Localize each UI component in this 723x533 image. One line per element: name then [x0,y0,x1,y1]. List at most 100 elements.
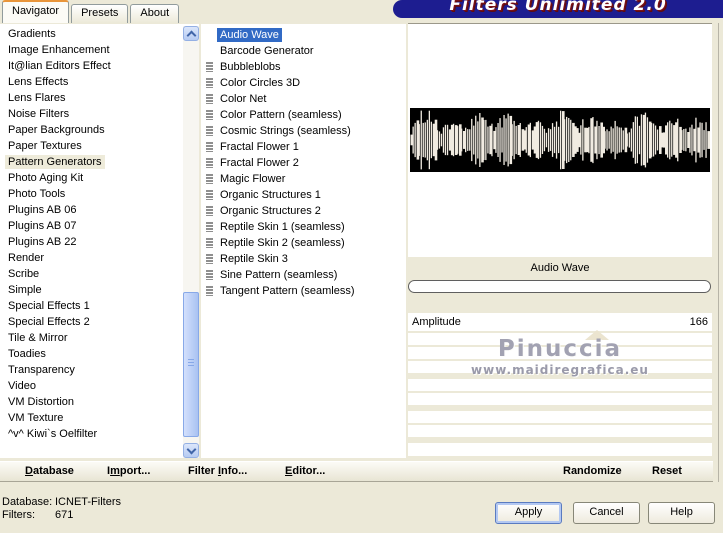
filter-item[interactable]: Tangent Pattern (seamless) [201,283,406,299]
database-status-label: Database: [2,496,53,508]
category-item[interactable]: Special Effects 2 [0,315,199,331]
filters-count-row: Filters: 671 [2,509,202,521]
randomize-button[interactable]: Randomize [563,465,622,477]
filter-item[interactable]: Sine Pattern (seamless) [201,267,406,283]
empty-param-row [408,411,712,423]
editor-menu-button[interactable]: Editor... [285,465,325,477]
empty-param-row [408,361,712,373]
category-item[interactable]: Photo Tools [0,187,199,203]
filter-item[interactable]: Reptile Skin 2 (seamless) [201,235,406,251]
filter-label: Reptile Skin 2 (seamless) [220,237,345,249]
cancel-button[interactable]: Cancel [573,502,640,524]
empty-param-row [408,393,712,405]
filter-item[interactable]: Reptile Skin 1 (seamless) [201,219,406,235]
tab-presets[interactable]: Presets [71,4,129,23]
category-item[interactable]: It@lian Editors Effect [0,59,199,75]
filter-item[interactable]: Fractal Flower 2 [201,155,406,171]
scroll-thumb[interactable] [183,292,199,437]
category-label: It@lian Editors Effect [8,60,111,72]
param-name-label: Amplitude [412,316,461,328]
filter-edit-icon [206,62,213,72]
category-item[interactable]: Tile & Mirror [0,331,199,347]
category-item[interactable]: VM Distortion [0,395,199,411]
category-item[interactable]: Paper Backgrounds [0,123,199,139]
category-item[interactable]: Noise Filters [0,107,199,123]
slider-position-marker[interactable] [585,330,609,340]
category-label: Plugins AB 07 [8,220,77,232]
category-item[interactable]: Plugins AB 06 [0,203,199,219]
filters-unlimited-dialog: Filters Unlimited 2.0 Navigator Presets … [0,0,723,533]
category-label: Toadies [8,348,46,360]
apply-button[interactable]: Apply [495,502,562,524]
help-button[interactable]: Help [648,502,715,524]
category-list: Gradients Image Enhancement It@lian Editor… [0,24,199,458]
database-status-value: ICNET-Filters [55,496,121,508]
filter-item[interactable]: Bubbleblobs [201,59,406,75]
category-item[interactable]: Render [0,251,199,267]
filter-item[interactable]: Organic Structures 2 [201,203,406,219]
tab-strip: Navigator Presets About [2,0,181,23]
database-menu-button[interactable]: Database [25,465,74,477]
filter-item[interactable]: Magic Flower [201,171,406,187]
category-scrollbar[interactable] [183,26,199,458]
filter-label: Bubbleblobs [220,61,281,73]
category-label: Lens Effects [8,76,69,88]
filter-item[interactable]: Fractal Flower 1 [201,139,406,155]
filter-edit-icon [206,142,213,152]
category-item[interactable]: VM Texture [0,411,199,427]
param-value: 166 [689,316,708,328]
filter-item[interactable]: Audio Wave [201,27,406,43]
filter-label: Organic Structures 2 [220,205,321,217]
category-item[interactable]: Paper Textures [0,139,199,155]
category-label: Lens Flares [8,92,66,104]
database-status-row: Database: ICNET-Filters [2,496,202,508]
filter-item[interactable]: Cosmic Strings (seamless) [201,123,406,139]
category-item[interactable]: ^v^ Kiwi`s Oelfilter [0,427,199,443]
filter-item[interactable]: Color Circles 3D [201,75,406,91]
filter-item[interactable]: Barcode Generator [201,43,406,59]
category-item[interactable]: Plugins AB 07 [0,219,199,235]
empty-param-row [408,379,712,391]
filter-item[interactable]: Color Net [201,91,406,107]
category-label: Noise Filters [8,108,70,120]
filter-edit-icon [206,174,213,184]
title-banner: Filters Unlimited 2.0 [393,0,723,18]
category-item[interactable]: Scribe [0,267,199,283]
category-item[interactable]: Simple [0,283,199,299]
amplitude-slider[interactable]: Amplitude 166 [408,313,712,331]
filters-count-value: 671 [55,509,74,521]
reset-button[interactable]: Reset [652,465,682,477]
category-item[interactable]: Lens Effects [0,75,199,91]
category-item[interactable]: Plugins AB 22 [0,235,199,251]
category-item[interactable]: Transparency [0,363,199,379]
selected-filter-caption: Audio Wave [530,262,590,274]
tab-about[interactable]: About [130,4,180,23]
import-menu-button[interactable]: Import... [107,465,150,477]
filter-edit-icon [206,238,213,248]
waveform-svg [410,110,710,170]
category-item[interactable]: Pattern Generators [0,155,199,171]
filter-info-menu-button[interactable]: Filter Info... [188,465,247,477]
filter-label: Reptile Skin 3 [220,253,288,265]
category-item[interactable]: Toadies [0,347,199,363]
category-label: Paper Backgrounds [8,124,105,136]
filter-item[interactable]: Organic Structures 1 [201,187,406,203]
category-item[interactable]: Photo Aging Kit [0,171,199,187]
filter-edit-icon [206,270,213,280]
filter-label: Audio Wave [217,28,282,42]
category-item[interactable]: Special Effects 1 [0,299,199,315]
scroll-down-button[interactable] [183,443,199,458]
tab-navigator[interactable]: Navigator [2,0,70,23]
category-label: Photo Aging Kit [8,172,84,184]
category-item[interactable]: Gradients [0,27,199,43]
filter-label: Color Net [220,93,267,105]
footer-menubar: Database Import... Filter Info... Editor… [0,461,713,482]
category-item[interactable]: Lens Flares [0,91,199,107]
category-item[interactable]: Video [0,379,199,395]
scroll-up-button[interactable] [183,26,199,41]
preview-progress-bar [408,280,711,293]
category-item[interactable]: Image Enhancement [0,43,199,59]
filter-label: Organic Structures 1 [220,189,321,201]
filter-item[interactable]: Reptile Skin 3 [201,251,406,267]
filter-item[interactable]: Color Pattern (seamless) [201,107,406,123]
